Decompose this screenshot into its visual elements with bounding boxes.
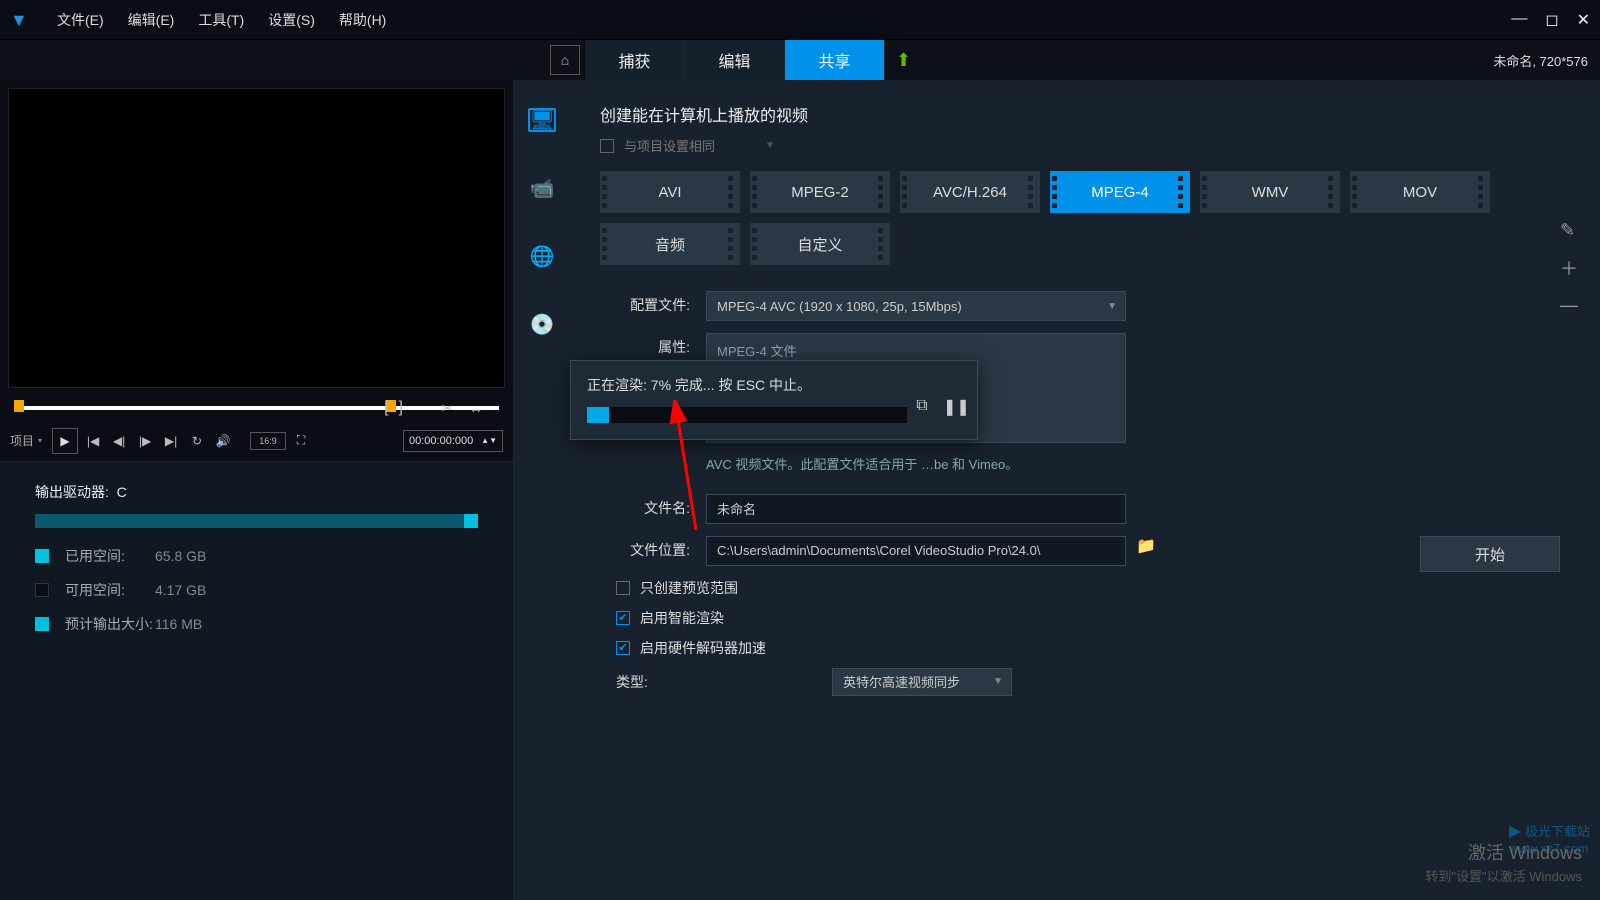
project-label: 项目 <box>10 432 34 449</box>
play-button[interactable]: ▶ <box>52 428 78 454</box>
window-controls: — ◻ ✕ <box>1511 10 1590 30</box>
edit-profile-icon[interactable]: ✎ <box>1560 220 1578 241</box>
minimize-icon[interactable]: — <box>1511 10 1527 30</box>
timeline[interactable]: [ ] ✂ ↔ <box>0 396 513 420</box>
top-tabs: 捕获 编辑 共享 <box>585 40 885 80</box>
mark-out-icon[interactable]: ] <box>399 399 403 417</box>
type-label: 类型: <box>616 672 686 692</box>
used-swatch-icon <box>35 549 49 563</box>
expand-icon[interactable]: ⛶ <box>290 430 312 452</box>
aspect-ratio-select[interactable]: 16:9 <box>250 432 286 450</box>
hw-decode-checkbox[interactable]: ✔ <box>616 641 630 655</box>
volume-icon[interactable]: 🔊 <box>212 430 234 452</box>
render-status: 正在渲染: 7% 完成... 按 ESC 中止。 <box>587 375 961 395</box>
target-disc-icon[interactable]: 💿 <box>528 312 556 336</box>
format-tile-mov[interactable]: MOV <box>1350 171 1490 213</box>
menu-edit[interactable]: 编辑(E) <box>116 10 187 30</box>
start-button[interactable]: 开始 <box>1420 536 1560 572</box>
same-as-project-checkbox[interactable] <box>600 139 614 153</box>
attr-label: 属性: <box>600 333 690 357</box>
topbar: ⌂ 捕获 编辑 共享 ⬆ 未命名, 720*576 <box>0 40 1600 80</box>
share-title: 创建能在计算机上播放的视频 <box>600 102 1570 126</box>
mark-in-handle[interactable] <box>14 400 24 412</box>
tab-edit[interactable]: 编辑 <box>685 40 785 80</box>
menubar: ▼ 文件(E) 编辑(E) 工具(T) 设置(S) 帮助(H) — ◻ ✕ <box>0 0 1600 40</box>
share-content: 创建能在计算机上播放的视频 与项目设置相同 ▼ AVIMPEG-2AVC/H.2… <box>570 80 1600 900</box>
tab-share[interactable]: 共享 <box>785 40 885 80</box>
left-panel: [ ] ✂ ↔ 项目▾ ▶ |◀ ◀| |▶ ▶| ↻ 🔊 16:9 ⛶ 00:… <box>0 80 514 900</box>
target-device-icon[interactable]: 📹 <box>528 176 556 200</box>
main: [ ] ✂ ↔ 项目▾ ▶ |◀ ◀| |▶ ▶| ↻ 🔊 16:9 ⛶ 00:… <box>0 80 1600 900</box>
bracket-group: [ ] <box>384 399 403 417</box>
drive-value: C <box>117 484 127 500</box>
step-fwd-icon[interactable]: |▶ <box>134 430 156 452</box>
profile-select[interactable]: MPEG-4 AVC (1920 x 1080, 25p, 15Mbps)▼ <box>706 291 1126 321</box>
filename-label: 文件名: <box>600 494 690 518</box>
hw-type-select[interactable]: 英特尔高速视频同步▼ <box>832 668 1012 696</box>
app-logo-icon: ▼ <box>10 10 30 30</box>
format-grid: AVIMPEG-2AVC/H.264MPEG-4WMVMOV 音频自定义 <box>600 171 1570 265</box>
render-dialog: 正在渲染: 7% 完成... 按 ESC 中止。 ⧉ ❚❚ <box>570 360 978 440</box>
go-end-icon[interactable]: ▶| <box>160 430 182 452</box>
menu-help[interactable]: 帮助(H) <box>327 10 398 30</box>
format-tile-[interactable]: 音频 <box>600 223 740 265</box>
free-swatch-icon <box>35 583 49 597</box>
format-tile-avch264[interactable]: AVC/H.264 <box>900 171 1040 213</box>
format-tile-mpeg2[interactable]: MPEG-2 <box>750 171 890 213</box>
add-profile-icon[interactable]: ＋ <box>1560 255 1578 281</box>
profile-label: 配置文件: <box>600 291 690 315</box>
same-as-project-label: 与项目设置相同 <box>624 136 715 155</box>
render-pause-icon[interactable]: ❚❚ <box>943 397 965 417</box>
remove-profile-icon[interactable]: — <box>1560 295 1578 316</box>
tab-capture[interactable]: 捕获 <box>585 40 685 80</box>
format-tile-wmv[interactable]: WMV <box>1200 171 1340 213</box>
filename-field[interactable]: 未命名 <box>706 494 1126 524</box>
close-icon[interactable]: ✕ <box>1577 10 1590 30</box>
windows-watermark: 激活 Windows 转到"设置"以激活 Windows <box>1425 840 1582 887</box>
fileloc-field[interactable]: C:\Users\admin\Documents\Corel VideoStud… <box>706 536 1126 566</box>
split-icon[interactable]: ↔ <box>469 400 483 416</box>
format-tile-avi[interactable]: AVI <box>600 171 740 213</box>
profile-desc: AVC 视频文件。此配置文件适合用于 …be 和 Vimeo。 <box>706 455 1570 476</box>
menu-settings[interactable]: 设置(S) <box>256 10 327 30</box>
format-tile-mpeg4[interactable]: MPEG-4 <box>1050 171 1190 213</box>
fileloc-label: 文件位置: <box>600 536 690 560</box>
playback-controls: 项目▾ ▶ |◀ ◀| |▶ ▶| ↻ 🔊 16:9 ⛶ 00:00:00:00… <box>0 420 513 462</box>
menu-tools[interactable]: 工具(T) <box>186 10 256 30</box>
menu-file[interactable]: 文件(E) <box>45 10 116 30</box>
smart-render-checkbox[interactable]: ✔ <box>616 611 630 625</box>
disk-usage-bar <box>35 514 478 528</box>
est-swatch-icon <box>35 617 49 631</box>
target-computer-icon[interactable]: 🖥 <box>528 108 556 132</box>
video-preview[interactable] <box>8 88 505 388</box>
project-info: 未命名, 720*576 <box>1493 51 1588 70</box>
drive-label: 输出驱动器: <box>35 482 109 502</box>
loop-icon[interactable]: ↻ <box>186 430 208 452</box>
home-icon[interactable]: ⌂ <box>550 45 580 75</box>
right-panel: 🖥 📹 🌐 💿 创建能在计算机上播放的视频 与项目设置相同 ▼ AVIMPEG-… <box>514 80 1600 900</box>
render-preview-icon[interactable]: ⧉ <box>911 397 933 417</box>
upload-icon[interactable]: ⬆ <box>896 50 911 71</box>
maximize-icon[interactable]: ◻ <box>1545 10 1558 30</box>
cut-icon[interactable]: ✂ <box>441 400 453 417</box>
step-back-icon[interactable]: ◀| <box>108 430 130 452</box>
timecode-field[interactable]: 00:00:00:000▲▼ <box>403 430 503 452</box>
go-start-icon[interactable]: |◀ <box>82 430 104 452</box>
preview-range-checkbox[interactable] <box>616 581 630 595</box>
disk-panel: 输出驱动器: C 已用空间:65.8 GB 可用空间:4.17 GB 预计输出大… <box>0 462 513 900</box>
target-web-icon[interactable]: 🌐 <box>528 244 556 268</box>
render-progressbar <box>587 407 907 423</box>
mark-in-icon[interactable]: [ <box>384 399 388 417</box>
share-targets: 🖥 📹 🌐 💿 <box>514 80 570 900</box>
browse-folder-icon[interactable]: 📁 <box>1136 536 1156 556</box>
format-tile-[interactable]: 自定义 <box>750 223 890 265</box>
